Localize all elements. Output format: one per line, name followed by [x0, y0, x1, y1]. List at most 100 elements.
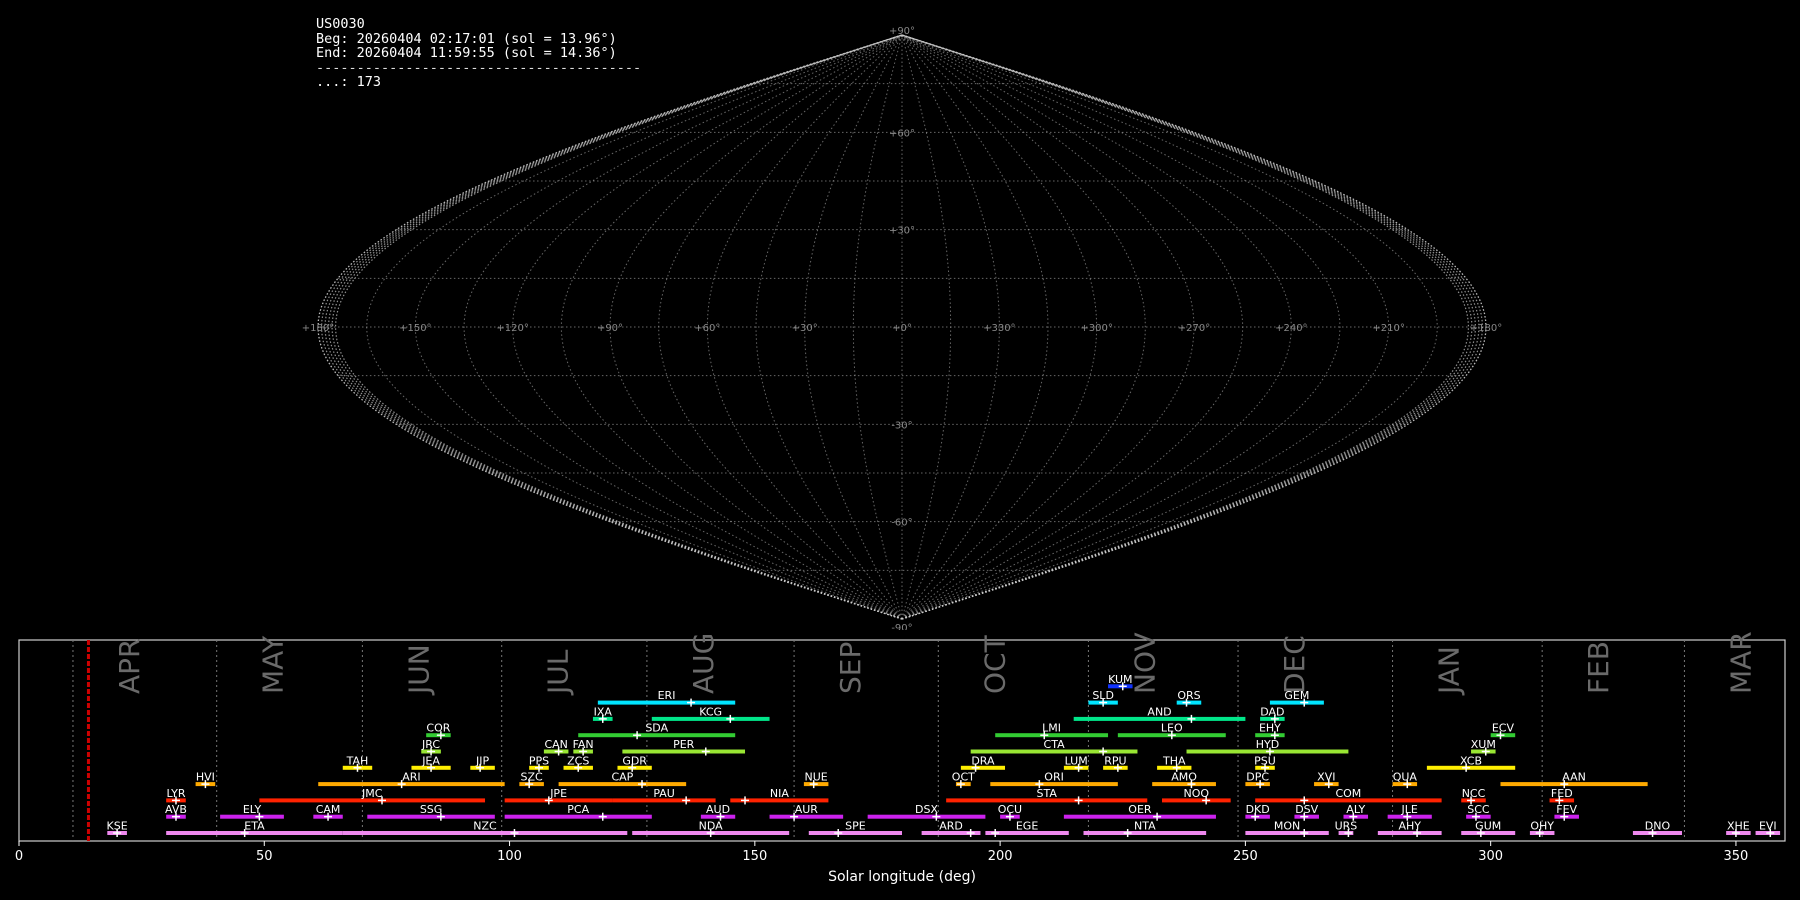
shower-bar: [995, 733, 1109, 738]
x-tick-label: 300: [1478, 849, 1503, 864]
shower-ege: EGE: [985, 820, 1069, 837]
shower-label: GUM: [1475, 820, 1501, 833]
shower-label: FAN: [573, 738, 594, 751]
shower-label: JIP: [475, 754, 489, 767]
shower-label: AMO: [1171, 771, 1197, 784]
shower-label: IXA: [594, 705, 613, 718]
shower-tha: THA: [1157, 754, 1192, 772]
lat-label: +90°: [889, 26, 915, 37]
shower-szc: SZC: [519, 771, 544, 789]
shower-sda: SDA: [578, 722, 736, 740]
shower-jle: JLE: [1387, 803, 1432, 821]
shower-bar: [411, 765, 451, 770]
shower-bar: [622, 749, 746, 754]
shower-ari: ARI: [318, 771, 505, 789]
shower-fan: FAN: [573, 738, 594, 756]
shower-xum: XUM: [1471, 738, 1496, 756]
shower-dsv: DSV: [1294, 803, 1319, 821]
shower-psu: PSU: [1254, 754, 1276, 772]
shower-label: OCU: [998, 803, 1022, 816]
shower-label: PSU: [1254, 754, 1276, 767]
shower-ard: ARD: [921, 820, 981, 837]
shower-fev: FEV: [1554, 803, 1579, 821]
shower-bar: [1161, 798, 1231, 803]
shower-ssg: SSG: [367, 803, 495, 821]
shower-bar: [1269, 700, 1324, 705]
shower-bar: [1500, 782, 1648, 787]
x-tick-label: 50: [256, 849, 273, 864]
shower-label: LEO: [1161, 722, 1183, 735]
shower-bar: [220, 814, 284, 819]
month-label-aug: AUG: [687, 633, 720, 694]
shower-lum: LUM: [1063, 754, 1089, 772]
shower-label: DAD: [1260, 705, 1284, 718]
shower-label: ECV: [1492, 722, 1515, 735]
shower-aan: AAN: [1500, 771, 1648, 789]
shower-bar: [342, 831, 628, 835]
shower-pps: PPS: [529, 754, 549, 772]
shower-label: NCC: [1462, 787, 1486, 800]
shower-bar: [597, 700, 736, 705]
shower-bar: [1632, 831, 1682, 835]
shower-label: XUM: [1471, 738, 1496, 751]
shower-label: AHY: [1398, 820, 1421, 833]
shower-label: AAN: [1562, 771, 1586, 784]
shower-bar: [1461, 831, 1516, 835]
shower-kum: KUM: [1108, 673, 1133, 691]
shower-evi: EVI: [1755, 820, 1781, 837]
shower-label: EGE: [1016, 820, 1038, 833]
shower-ncc: NCC: [1461, 787, 1486, 805]
shower-dno: DNO: [1632, 820, 1682, 837]
shower-label: PPS: [529, 754, 549, 767]
shower-bar: [166, 798, 186, 803]
shower-bar: [421, 749, 441, 754]
shower-bar: [543, 749, 569, 754]
shower-bar: [470, 765, 495, 770]
month-label-may: MAY: [257, 635, 290, 694]
shower-nia: NIA: [730, 787, 829, 805]
shower-bar: [519, 782, 544, 787]
shower-aud: AUD: [700, 803, 736, 821]
shower-label: COM: [1335, 787, 1361, 800]
shower-dra: DRA: [960, 754, 1006, 772]
shower-jpe: JPE: [504, 787, 613, 805]
shower-ors: ORS: [1176, 689, 1202, 707]
shower-gum: GUM: [1461, 820, 1516, 837]
x-axis-ticks: 0 50 100 150 200 250 300 350: [15, 841, 1748, 864]
shower-ecv: ECV: [1490, 722, 1516, 740]
lon-label: +270°: [1178, 323, 1210, 334]
shower-bar: [1088, 700, 1118, 705]
shower-dsx: DSX: [867, 803, 986, 821]
shower-label: STA: [1037, 787, 1058, 800]
shower-jmc: JMC: [259, 787, 486, 805]
shower-bar: [1343, 814, 1369, 819]
shower-per: PER: [622, 738, 746, 756]
shower-nue: NUE: [803, 771, 829, 789]
shower-label: CAM: [316, 803, 341, 816]
shower-label: URS: [1335, 820, 1358, 833]
shower-label: NUE: [805, 771, 828, 784]
shower-cta: CTA: [970, 738, 1138, 756]
shower-bar: [946, 798, 1148, 803]
shower-bar: [1260, 716, 1285, 721]
shower-label: GDR: [622, 754, 647, 767]
shower-label: ARI: [402, 771, 420, 784]
lat-label: +30°: [889, 226, 915, 237]
shower-bar: [1755, 831, 1781, 835]
shower-leo: LEO: [1117, 722, 1226, 740]
shower-bar: [1245, 814, 1270, 819]
shower-bar: [651, 716, 770, 721]
shower-nda: NDA: [632, 820, 790, 837]
shower-bar: [1387, 814, 1432, 819]
shower-label: LMI: [1042, 722, 1061, 735]
shower-label: JEA: [421, 754, 440, 767]
lon-label: +90°: [597, 323, 623, 334]
shower-bar: [921, 831, 981, 835]
lon-label: +180°: [1470, 323, 1502, 334]
x-tick-label: 350: [1724, 849, 1749, 864]
shower-bar: [990, 782, 1118, 787]
shower-label: ORI: [1044, 771, 1064, 784]
month-label-sep: SEP: [834, 642, 867, 694]
shower-scc: SCC: [1466, 803, 1491, 821]
lon-label: +30°: [792, 323, 818, 334]
